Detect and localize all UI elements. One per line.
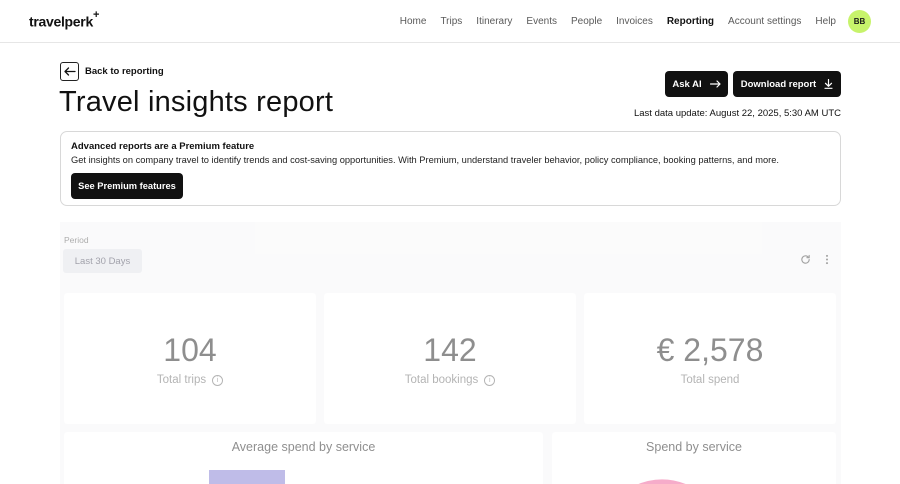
banner-description: Get insights on company travel to identi… bbox=[71, 155, 779, 165]
user-avatar[interactable]: BB bbox=[848, 10, 871, 33]
see-premium-features-button[interactable]: See Premium features bbox=[71, 173, 183, 199]
chart-bar bbox=[209, 470, 285, 484]
nav-help[interactable]: Help bbox=[815, 16, 836, 27]
arrow-right-icon bbox=[709, 80, 721, 88]
top-navigation-bar: travelperk+ Home Trips Itinerary Events … bbox=[0, 0, 900, 43]
nav-itinerary[interactable]: Itinerary bbox=[476, 16, 512, 27]
kpi-label-row: Total spend bbox=[584, 374, 836, 386]
nav-reporting[interactable]: Reporting bbox=[667, 16, 714, 27]
last-data-update: Last data update: August 22, 2025, 5:30 … bbox=[633, 108, 841, 119]
info-icon[interactable]: i bbox=[484, 374, 496, 386]
info-icon[interactable]: i bbox=[212, 374, 224, 386]
kpi-value: 104 bbox=[163, 332, 217, 368]
arrow-left-icon bbox=[60, 62, 79, 81]
kpi-card-total-bookings: 142 Total bookings i bbox=[324, 293, 576, 424]
chart-card-average-spend: Average spend by service bbox=[64, 432, 543, 484]
dashboard-preview: Period Last 30 Days 104 Total trips i 14… bbox=[60, 222, 841, 484]
period-label: Period bbox=[64, 235, 89, 245]
kpi-label: Total trips bbox=[156, 374, 207, 386]
download-report-button[interactable]: Download report bbox=[733, 71, 841, 97]
ask-ai-button[interactable]: Ask AI bbox=[665, 71, 728, 97]
back-link-label: Back to reporting bbox=[85, 66, 164, 77]
nav-events[interactable]: Events bbox=[526, 16, 557, 27]
dashboard-tools bbox=[800, 254, 829, 265]
ask-ai-label: Ask AI bbox=[672, 78, 702, 90]
nav-trips[interactable]: Trips bbox=[440, 16, 462, 27]
premium-feature-banner: Advanced reports are a Premium feature G… bbox=[60, 131, 841, 206]
kpi-value: € 2,578 bbox=[656, 332, 764, 368]
back-to-reporting-link[interactable]: Back to reporting bbox=[60, 62, 164, 81]
more-options-icon[interactable] bbox=[825, 254, 829, 265]
kpi-label: Total bookings bbox=[404, 374, 479, 386]
download-label: Download report bbox=[740, 78, 817, 90]
kpi-value: 142 bbox=[423, 332, 477, 368]
nav-home[interactable]: Home bbox=[400, 16, 427, 27]
travelperk-logo[interactable]: travelperk+ bbox=[29, 9, 99, 30]
main-nav: Home Trips Itinerary Events People Invoi… bbox=[400, 0, 836, 43]
kpi-label-row: Total trips i bbox=[64, 374, 316, 386]
nav-people[interactable]: People bbox=[571, 16, 602, 27]
kpi-card-total-trips: 104 Total trips i bbox=[64, 293, 316, 424]
nav-invoices[interactable]: Invoices bbox=[616, 16, 653, 27]
kpi-label: Total spend bbox=[680, 374, 740, 386]
kpi-label-row: Total bookings i bbox=[324, 374, 576, 386]
banner-title: Advanced reports are a Premium feature bbox=[71, 141, 255, 152]
nav-account-settings[interactable]: Account settings bbox=[728, 16, 801, 27]
chart-card-spend-by-service: Spend by service bbox=[552, 432, 836, 484]
chart-title: Spend by service bbox=[646, 440, 742, 454]
pie-chart-slice bbox=[638, 479, 686, 484]
kpi-card-total-spend: € 2,578 Total spend bbox=[584, 293, 836, 424]
period-select[interactable]: Last 30 Days bbox=[63, 249, 142, 273]
chart-title: Average spend by service bbox=[231, 440, 376, 454]
download-icon bbox=[824, 79, 833, 89]
refresh-icon[interactable] bbox=[800, 254, 811, 265]
page-title: Travel insights report bbox=[59, 86, 334, 118]
